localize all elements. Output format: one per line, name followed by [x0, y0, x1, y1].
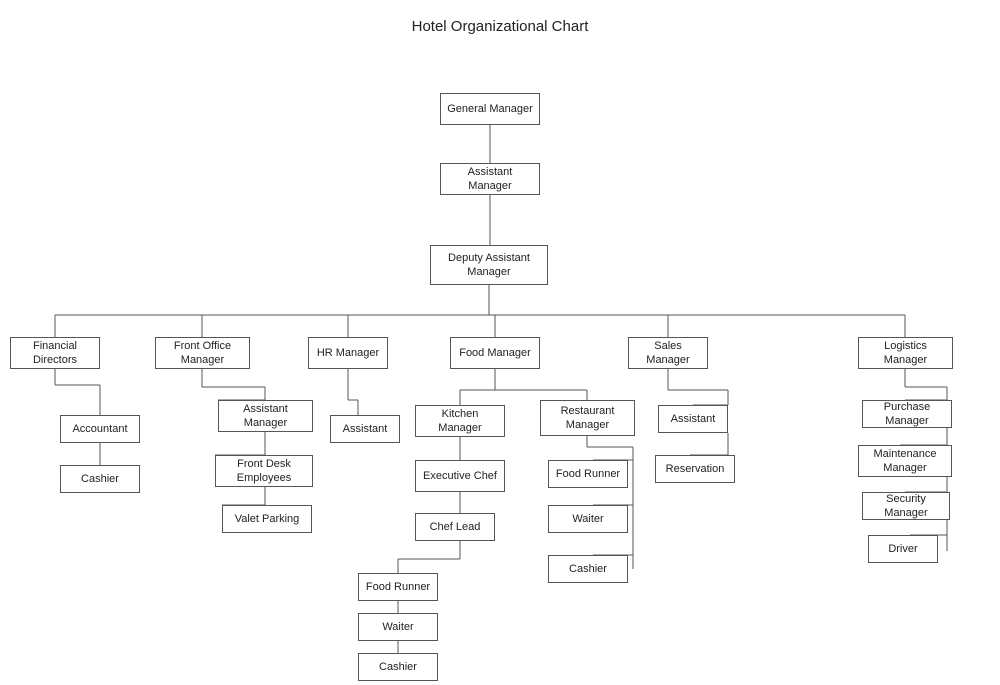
node-deputy-assistant-manager: Deputy Assistant Manager [430, 245, 548, 285]
node-front-office-manager: Front Office Manager [155, 337, 250, 369]
node-general-manager: General Manager [440, 93, 540, 125]
node-purchase-manager: Purchase Manager [862, 400, 952, 428]
node-food-runner-rest: Food Runner [548, 460, 628, 488]
node-waiter-kitchen: Waiter [358, 613, 438, 641]
node-hr-manager: HR Manager [308, 337, 388, 369]
node-driver: Driver [868, 535, 938, 563]
node-restaurant-manager: Restaurant Manager [540, 400, 635, 436]
chart-title: Hotel Organizational Chart [0, 0, 1000, 45]
node-sales-manager: Sales Manager [628, 337, 708, 369]
node-security-manager: Security Manager [862, 492, 950, 520]
node-cashier-rest: Cashier [548, 555, 628, 583]
node-food-manager: Food Manager [450, 337, 540, 369]
node-maintenance-manager: Maintenance Manager [858, 445, 952, 477]
node-accountant: Accountant [60, 415, 140, 443]
node-food-runner-kitchen: Food Runner [358, 573, 438, 601]
node-executive-chef: Executive Chef [415, 460, 505, 492]
node-assistant-manager-top: Assistant Manager [440, 163, 540, 195]
node-kitchen-manager: Kitchen Manager [415, 405, 505, 437]
node-financial-directors: Financial Directors [10, 337, 100, 369]
node-front-desk-employees: Front Desk Employees [215, 455, 313, 487]
node-assistant-sales: Assistant [658, 405, 728, 433]
org-chart: General Manager Assistant Manager Deputy… [0, 45, 1000, 685]
node-logistics-manager: Logistics Manager [858, 337, 953, 369]
node-cashier-fin: Cashier [60, 465, 140, 493]
node-asst-manager-fo: Assistant Manager [218, 400, 313, 432]
node-valet-parking: Valet Parking [222, 505, 312, 533]
node-assistant-hr: Assistant [330, 415, 400, 443]
node-reservation: Reservation [655, 455, 735, 483]
node-cashier-kitchen: Cashier [358, 653, 438, 681]
node-waiter-rest: Waiter [548, 505, 628, 533]
node-chef-lead: Chef Lead [415, 513, 495, 541]
